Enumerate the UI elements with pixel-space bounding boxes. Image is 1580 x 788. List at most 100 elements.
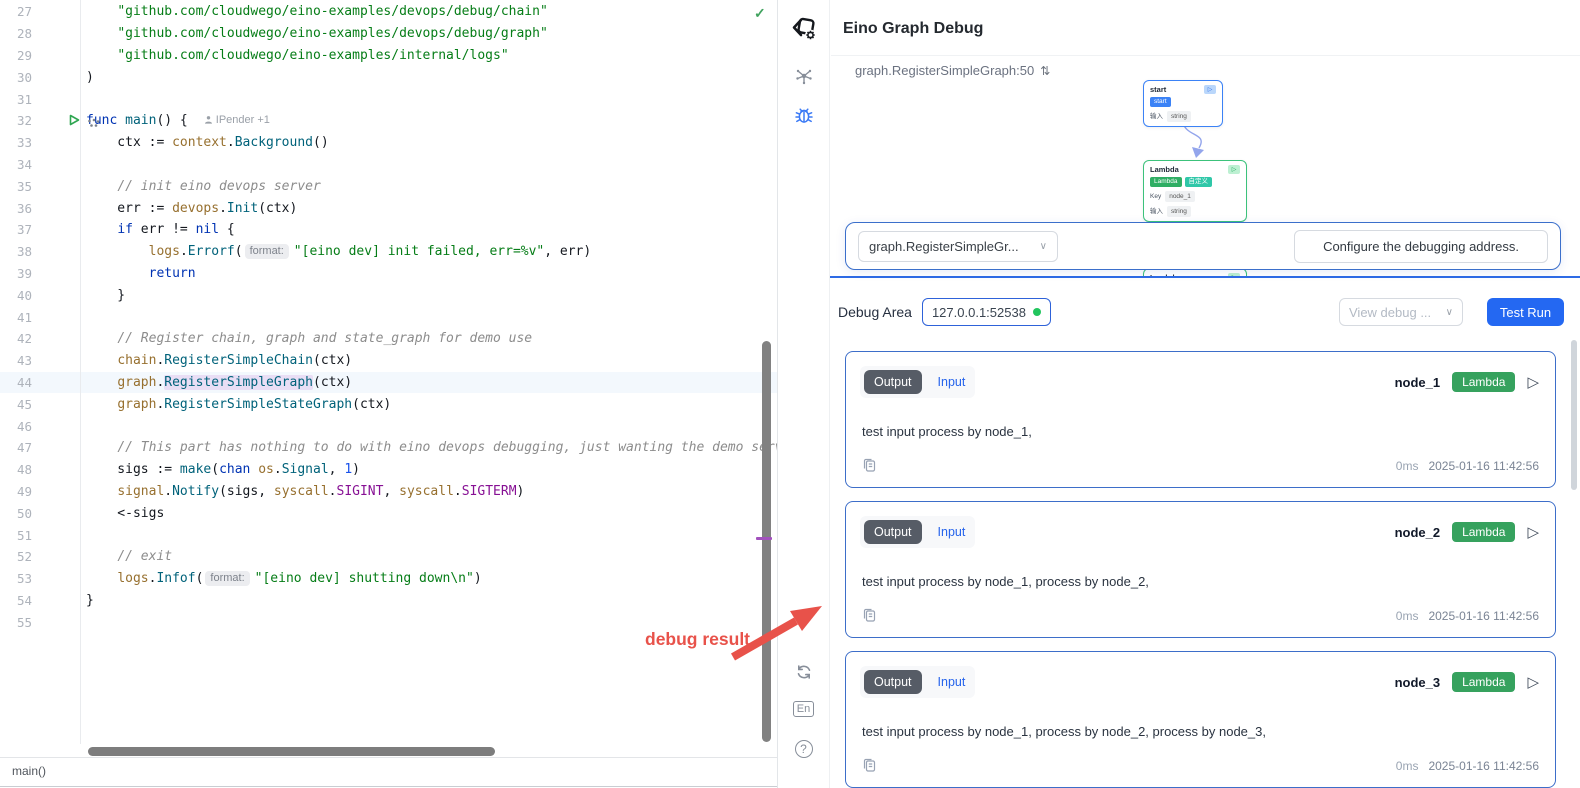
code-token: . xyxy=(164,484,172,499)
line-number: 38 xyxy=(0,244,32,259)
line-number: 34 xyxy=(0,157,32,172)
view-debug-select[interactable]: View debug ... ∨ xyxy=(1339,298,1463,326)
configure-address-button[interactable]: Configure the debugging address. xyxy=(1294,230,1548,263)
code-text: return xyxy=(80,266,196,281)
node-play-button[interactable]: ▷ xyxy=(1204,85,1216,94)
graph-node-start[interactable]: start▷start输入string xyxy=(1143,80,1223,127)
debug-address-chip[interactable]: 127.0.0.1:52538 xyxy=(922,298,1051,326)
code-token: ) xyxy=(474,571,482,586)
gutter xyxy=(32,524,80,546)
tab-output[interactable]: Output xyxy=(864,370,922,394)
code-text: // This part has nothing to do with eino… xyxy=(80,440,777,455)
node-play-button[interactable]: ▷ xyxy=(1228,165,1240,174)
code-token: . xyxy=(454,484,462,499)
code-token: ) xyxy=(352,462,360,477)
node-field-label: 输入 xyxy=(1150,207,1163,216)
code-line: 37 if err != nil { xyxy=(0,219,777,241)
node-title: Lambda xyxy=(1150,165,1179,174)
code-token xyxy=(86,331,117,346)
line-number: 28 xyxy=(0,26,32,41)
code-vision-authors[interactable]: IPender +1 xyxy=(204,114,270,126)
code-line: 30) xyxy=(0,66,777,88)
line-number: 29 xyxy=(0,48,32,63)
code-line: 31 xyxy=(0,88,777,110)
duration: 0ms xyxy=(1396,759,1419,773)
code-token: // This part has nothing to do with eino… xyxy=(117,440,777,455)
tab-input[interactable]: Input xyxy=(932,675,972,689)
code-editor[interactable]: 27 "github.com/cloudwego/eino-examples/d… xyxy=(0,0,777,757)
tab-output[interactable]: Output xyxy=(864,520,922,544)
code-token: Errorf xyxy=(188,244,235,259)
line-number: 53 xyxy=(0,571,32,586)
code-line: 55 xyxy=(0,611,777,633)
code-line: 34 xyxy=(0,154,777,176)
code-token: ( xyxy=(196,571,204,586)
language-icon[interactable]: En xyxy=(777,701,830,717)
gutter xyxy=(32,132,80,154)
copy-button[interactable] xyxy=(862,608,877,623)
copy-button[interactable] xyxy=(862,758,877,773)
code-token: SIGTERM xyxy=(462,484,517,499)
gutter xyxy=(32,350,80,372)
copy-button[interactable] xyxy=(862,458,877,473)
code-line: 29 "github.com/cloudwego/eino-examples/i… xyxy=(0,45,777,67)
gutter xyxy=(32,437,80,459)
editor-vertical-scrollbar[interactable] xyxy=(762,341,771,742)
code-text: // init eino devops server xyxy=(80,179,321,194)
line-number: 54 xyxy=(0,593,32,608)
gutter xyxy=(32,241,80,263)
refresh-icon[interactable] xyxy=(777,662,830,682)
graph-select[interactable]: graph.RegisterSimpleGr... ∨ xyxy=(858,231,1058,262)
line-number: 48 xyxy=(0,462,32,477)
card-header: OutputInputnode_1Lambda▷ xyxy=(860,364,1539,400)
play-node-button[interactable]: ▷ xyxy=(1527,525,1539,540)
node-field-row: Keynode_1 xyxy=(1150,191,1240,202)
chevron-down-icon: ∨ xyxy=(1040,241,1047,252)
graph-view-icon[interactable] xyxy=(777,66,830,86)
code-token xyxy=(86,179,117,194)
line-number: 50 xyxy=(0,506,32,521)
play-node-button[interactable]: ▷ xyxy=(1527,375,1539,390)
code-line: 42 // Register chain, graph and state_gr… xyxy=(0,328,777,350)
tab-input[interactable]: Input xyxy=(932,375,972,389)
code-token: Init xyxy=(227,201,258,216)
code-token xyxy=(86,26,117,41)
code-token xyxy=(86,222,117,237)
code-token: syscall xyxy=(274,484,329,499)
code-line: 33 ctx := context.Background() xyxy=(0,132,777,154)
code-token: Background xyxy=(235,135,313,150)
result-text: test input process by node_1, xyxy=(862,424,1032,439)
code-token xyxy=(86,571,117,586)
node-badge: Lambda xyxy=(1150,177,1182,187)
editor-horizontal-scrollbar[interactable] xyxy=(88,747,495,756)
help-icon[interactable]: ? xyxy=(777,740,830,758)
line-number: 44 xyxy=(0,375,32,390)
gutter-related-icon[interactable] xyxy=(87,117,100,132)
tab-output[interactable]: Output xyxy=(864,670,922,694)
tab-input[interactable]: Input xyxy=(932,525,972,539)
play-node-button[interactable]: ▷ xyxy=(1527,675,1539,690)
node-name: node_1 xyxy=(1395,375,1441,390)
code-token: ) xyxy=(517,484,525,499)
run-main-button[interactable] xyxy=(69,114,80,130)
code-token: logs xyxy=(149,244,180,259)
language-icon-label: En xyxy=(793,701,814,717)
debug-bug-icon[interactable] xyxy=(777,104,830,126)
code-token: signal xyxy=(117,484,164,499)
code-line: 27 "github.com/cloudwego/eino-examples/d… xyxy=(0,1,777,23)
gutter xyxy=(32,154,80,176)
lambda-badge: Lambda xyxy=(1452,672,1515,692)
code-token: logs xyxy=(117,571,148,586)
code-line: 49 signal.Notify(sigs, syscall.SIGINT, s… xyxy=(0,481,777,503)
card-footer: 0ms2025-01-16 11:42:56 xyxy=(862,758,1539,773)
debug-area-label: Debug Area xyxy=(838,304,912,320)
line-number: 52 xyxy=(0,549,32,564)
panel-scrollbar[interactable] xyxy=(1571,340,1577,490)
code-token: devops xyxy=(172,201,219,216)
code-text: // exit xyxy=(80,549,172,564)
gutter xyxy=(32,328,80,350)
code-token: "github.com/cloudwego/eino-examples/devo… xyxy=(117,26,547,41)
line-number: 32 xyxy=(0,113,32,128)
graph-node-node_1[interactable]: Lambda▷Lambda自定义Keynode_1输入string xyxy=(1143,160,1247,222)
test-run-button[interactable]: Test Run xyxy=(1487,298,1564,326)
